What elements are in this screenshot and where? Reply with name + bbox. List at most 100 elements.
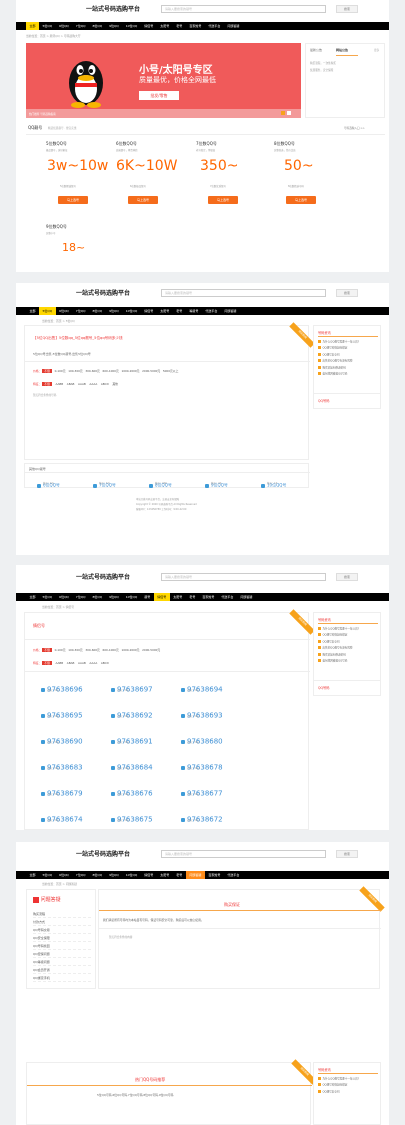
filter-option[interactable]: 不限 xyxy=(42,661,52,665)
nav-item[interactable]: 太阳号 xyxy=(157,22,173,30)
related-item[interactable]: 10位QQ号 售价：10 xyxy=(261,475,286,494)
qq-number-item[interactable]: 97638684 价格：3k元 xyxy=(111,757,153,776)
nav-item[interactable]: 问题答疑 xyxy=(237,593,256,601)
qq-number-item[interactable]: 97638680 价格：3k元 xyxy=(181,731,223,750)
faq-menu-item[interactable]: QQ等级问题 xyxy=(33,958,91,966)
news-link[interactable]: 购买后如何修改密码 xyxy=(318,365,376,370)
filter-option[interactable]: 600-1000元 xyxy=(103,369,119,373)
nav-item[interactable]: 太阳号 xyxy=(157,307,173,315)
filter-option[interactable]: ABCD xyxy=(101,661,109,665)
faq-menu-item[interactable]: QQ绑定手机 xyxy=(33,974,91,982)
news-link[interactable]: 如何找回被盗QQ号码 xyxy=(318,372,376,376)
select-button[interactable]: 马上选号 xyxy=(286,196,316,204)
faq-menu-item[interactable]: QQ会员开通 xyxy=(33,966,91,974)
search-input[interactable]: 请输入要搜索的靓号 xyxy=(161,573,326,581)
nav-item[interactable]: 靓号 xyxy=(141,593,154,601)
nav-item[interactable]: 老号 xyxy=(186,593,199,601)
nav-item[interactable]: 6位QQ xyxy=(56,307,73,315)
faq-menu-item[interactable]: 付款方式 xyxy=(33,918,91,926)
nav-item[interactable]: 全部 xyxy=(26,307,39,315)
news-link[interactable]: 如何找回被盗QQ号码 xyxy=(318,659,376,663)
nav-item[interactable]: 情侣号 xyxy=(153,593,170,601)
filter-option[interactable]: AABB xyxy=(55,382,63,386)
site-logo[interactable]: 一站式号码选购平台 xyxy=(76,288,130,297)
site-logo[interactable]: 一站式号码选购平台 xyxy=(76,572,130,581)
nav-item[interactable]: 10位QQ xyxy=(122,22,141,30)
search-button[interactable]: 搜索 xyxy=(336,573,358,581)
nav-item[interactable]: 8位QQ xyxy=(89,307,106,315)
filter-option[interactable]: ABCD xyxy=(101,382,109,386)
nav-item[interactable]: 8位QQ xyxy=(89,871,106,879)
banner-dot[interactable] xyxy=(281,111,285,115)
faq-menu-item[interactable]: QQ安全保障 xyxy=(33,934,91,942)
faq-menu-item[interactable]: QQ密保问题 xyxy=(33,950,91,958)
news-link[interactable]: 为什么QQ靓号需要十一年以后？ xyxy=(318,340,376,344)
nav-item[interactable]: 9位QQ xyxy=(106,307,123,315)
news-item[interactable]: 优质服务，安全保障 xyxy=(310,68,333,72)
news-tab-latest[interactable]: 最新公告 xyxy=(310,48,322,52)
filter-option[interactable]: 0-100元 xyxy=(55,369,66,373)
nav-item[interactable]: 10位QQ xyxy=(122,307,141,315)
nav-item[interactable]: 太阳号 xyxy=(157,871,173,879)
news-more-link[interactable]: 更多 xyxy=(374,48,379,52)
nav-item[interactable]: 5位QQ xyxy=(39,593,56,601)
qq-number-item[interactable]: 97638693 价格：3k元 xyxy=(181,705,223,724)
search-input[interactable]: 请输入要搜索的靓号 xyxy=(161,289,326,297)
filter-option[interactable]: AAAA xyxy=(89,661,97,665)
news-link[interactable]: QQ靓号密保如何绑定 xyxy=(318,1083,376,1087)
filter-option[interactable]: 0-100元 xyxy=(55,648,66,652)
news-link[interactable]: 购买后如何修改密码 xyxy=(318,652,376,657)
filter-option[interactable]: 1000-2000元 xyxy=(121,369,139,373)
nav-item[interactable]: 5位QQ xyxy=(39,871,56,879)
banner-button[interactable]: 批发/零售 xyxy=(139,91,179,100)
qq-number-item[interactable]: 97638672 价格：3k元 xyxy=(181,809,223,828)
qq-number-item[interactable]: 97638683 价格：3k元 xyxy=(41,757,83,776)
qq-number-item[interactable]: 97638679 价格：3k元 xyxy=(41,783,83,802)
nav-item[interactable]: 老号 xyxy=(173,307,186,315)
site-logo[interactable]: 一站式号码选购平台 xyxy=(86,4,140,13)
filter-option[interactable]: 不限 xyxy=(42,382,52,386)
search-input[interactable]: 请输入要搜索的靓号 xyxy=(161,5,326,13)
nav-item[interactable]: 全部 xyxy=(26,22,40,30)
nav-item[interactable]: 5位QQ xyxy=(39,307,56,315)
related-item[interactable]: 6位QQ号 售价：6万 xyxy=(37,475,60,494)
nav-item[interactable]: 6位QQ xyxy=(56,22,73,30)
site-logo[interactable]: 一站式号码选购平台 xyxy=(76,849,130,858)
news-link[interactable]: QQ靓号密保如何绑定 xyxy=(318,633,376,637)
nav-item[interactable]: 百家姓号 xyxy=(199,593,218,601)
related-item[interactable]: 9位QQ号 售价：40 xyxy=(205,475,228,494)
nav-item[interactable]: 问题答疑 xyxy=(224,22,243,30)
qq-number-item[interactable]: 97638695 价格：3k元 xyxy=(41,705,83,724)
banner-dot[interactable] xyxy=(287,111,291,115)
news-link[interactable]: 为什么QQ靓号需要十一年以后？ xyxy=(318,1077,376,1081)
filter-option[interactable]: 2000-5000元 xyxy=(142,369,160,373)
faq-menu-item[interactable]: QQ号码找回 xyxy=(33,942,91,950)
nav-item[interactable]: 6位QQ xyxy=(56,593,73,601)
news-link[interactable]: QQ靓号密保如何绑定 xyxy=(318,346,376,350)
qq-number-item[interactable]: 97638692 价格：3k元 xyxy=(111,705,153,724)
nav-item[interactable]: 代送平台 xyxy=(202,307,221,315)
qq-card[interactable]: 7位数QQ号 老号稳定，等级高 350~ 7位数优质靓号 马上选号 xyxy=(192,138,254,213)
qq-number-item[interactable]: 97638690 价格：3k元 xyxy=(41,731,83,750)
news-link[interactable]: QQ靓号安全吗 xyxy=(318,639,376,644)
nav-item[interactable]: 百家姓号 xyxy=(186,22,205,30)
qq-number-item[interactable]: 97638697 价格：3k元 xyxy=(111,679,153,698)
nav-item[interactable]: 代送平台 xyxy=(205,22,224,30)
qq-number-item[interactable]: 97638675 价格：3k元 xyxy=(111,809,153,828)
nav-item[interactable]: 10位QQ xyxy=(122,871,141,879)
select-button[interactable]: 马上选号 xyxy=(208,196,238,204)
filter-option[interactable]: 300-600元 xyxy=(85,648,99,652)
faq-menu-item[interactable]: QQ号码交易 xyxy=(33,926,91,934)
select-button[interactable]: 马上选号 xyxy=(58,196,88,204)
nav-item[interactable]: 5位QQ xyxy=(39,22,56,30)
qq-number-item[interactable]: 97638678 价格：3k元 xyxy=(181,757,223,776)
qq-number-item[interactable]: 97638694 价格：3k元 xyxy=(181,679,223,698)
qq-number-item[interactable]: 97638696 价格：3k元 xyxy=(41,679,83,698)
qq-card[interactable]: 8位数QQ号 实惠首选，性价比高 50~ 8位数精选号码 马上选号 xyxy=(270,138,332,213)
related-item[interactable]: 7位QQ号 售价：5千 xyxy=(93,475,116,494)
nav-item[interactable]: 6位QQ xyxy=(56,871,73,879)
news-link[interactable]: 出售的QQ靓号有没有风险 xyxy=(318,646,376,650)
filter-option[interactable]: AAAB xyxy=(78,382,86,386)
nav-item[interactable]: 太阳号 xyxy=(170,593,186,601)
filter-option[interactable]: AAAB xyxy=(78,661,86,665)
